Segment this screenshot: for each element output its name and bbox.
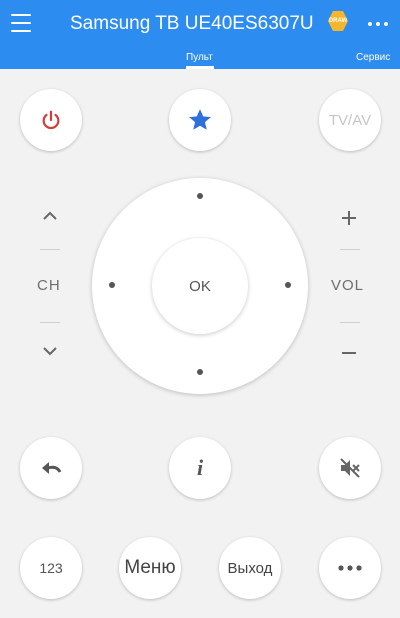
- volume-up-icon[interactable]: [340, 209, 358, 232]
- volume-label: VOL: [331, 277, 365, 294]
- more-button[interactable]: [319, 537, 381, 599]
- power-icon: [42, 110, 60, 130]
- menu-button[interactable]: Меню: [119, 537, 181, 599]
- more-dots-icon: [338, 565, 362, 571]
- back-button[interactable]: [20, 437, 82, 499]
- mute-icon: [340, 458, 360, 478]
- exit-button[interactable]: Выход: [219, 537, 281, 599]
- channel-label: CH: [37, 277, 61, 294]
- more-options-icon[interactable]: [368, 14, 390, 32]
- ok-button[interactable]: OK: [152, 238, 248, 334]
- dpad-left-button[interactable]: [109, 282, 115, 288]
- divider: [340, 322, 360, 323]
- volume-down-icon[interactable]: [340, 344, 358, 367]
- dpad-right-button[interactable]: [285, 282, 291, 288]
- info-button[interactable]: i: [169, 437, 231, 499]
- power-button[interactable]: [20, 89, 82, 151]
- channel-down-icon[interactable]: [41, 344, 59, 363]
- channel-up-icon[interactable]: [41, 209, 59, 228]
- app-header: Samsung TB UE40ES6307U DRAW Пульт Сервис: [0, 0, 400, 69]
- dpad-down-button[interactable]: [197, 369, 203, 375]
- divider: [40, 322, 60, 323]
- tab-remote[interactable]: Пульт: [186, 52, 213, 63]
- numpad-button[interactable]: 123: [20, 537, 82, 599]
- star-icon: [189, 109, 211, 130]
- device-title: Samsung TB UE40ES6307U: [70, 13, 314, 34]
- divider: [40, 249, 60, 250]
- tvav-button[interactable]: TV/AV: [319, 89, 381, 151]
- draw-badge-icon[interactable]: DRAW: [328, 11, 348, 31]
- dpad-up-button[interactable]: [197, 193, 203, 199]
- favorite-button[interactable]: [169, 89, 231, 151]
- tab-active-indicator: [186, 66, 214, 69]
- mute-button[interactable]: [319, 437, 381, 499]
- tab-service[interactable]: Сервис: [356, 52, 390, 63]
- hamburger-menu-icon[interactable]: [11, 14, 31, 32]
- divider: [340, 249, 360, 250]
- back-arrow-icon: [42, 462, 62, 474]
